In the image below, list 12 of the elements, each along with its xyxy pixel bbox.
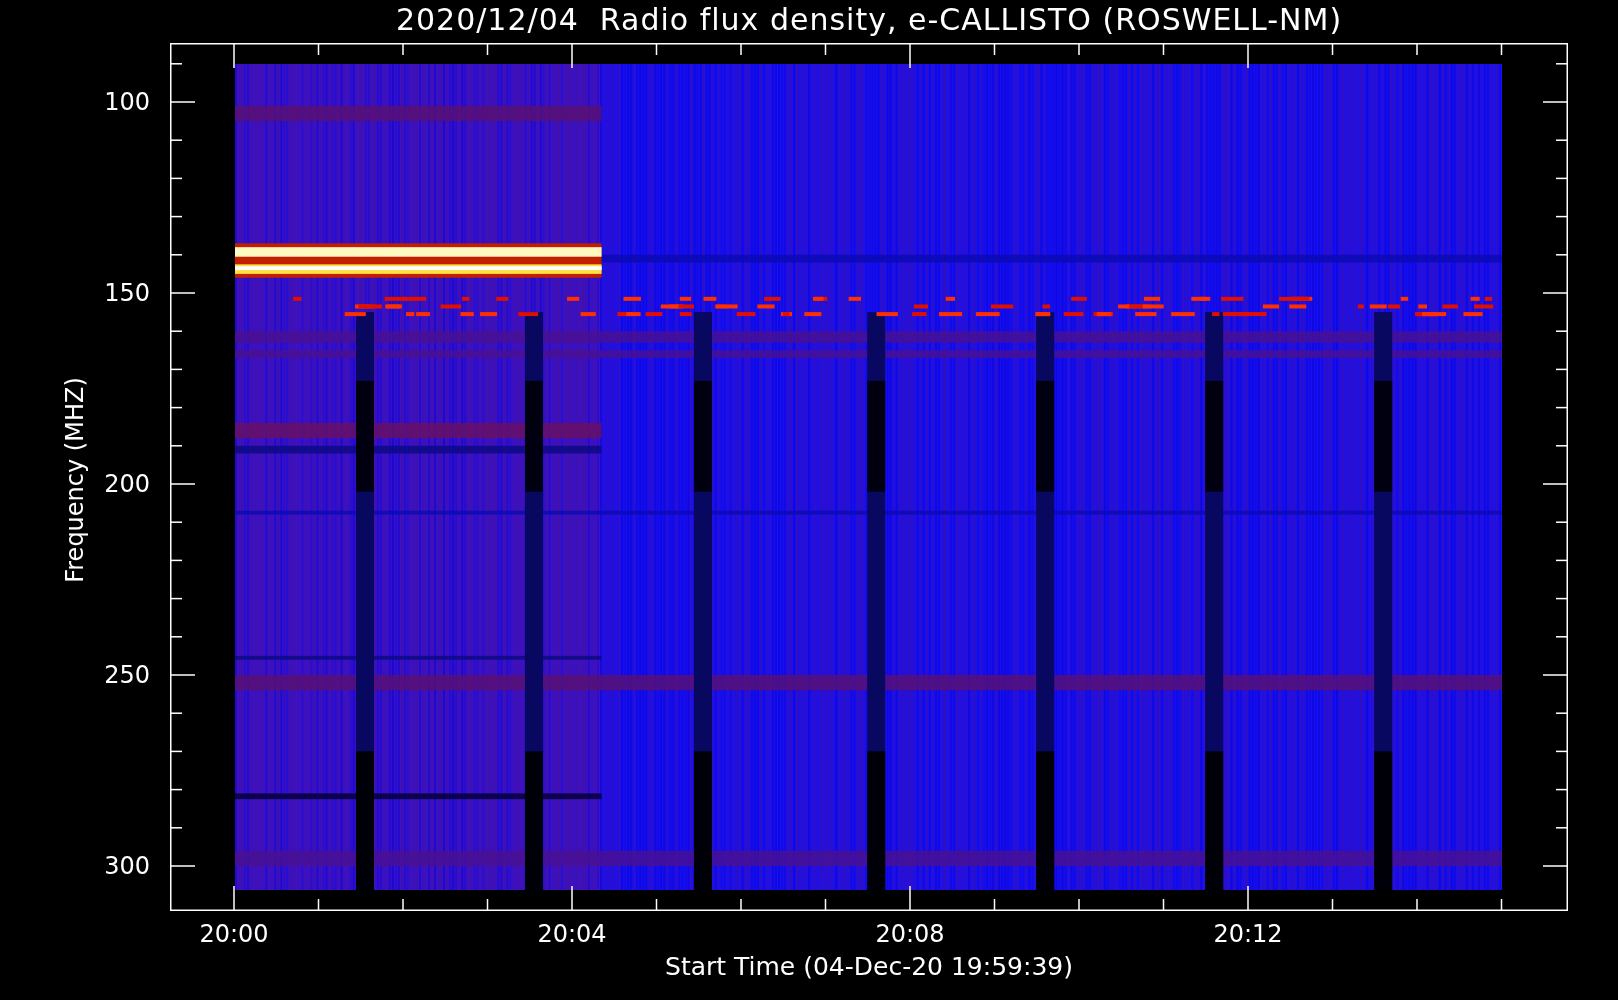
y-tick-label: 300	[104, 852, 150, 880]
x-axis-label: Start Time (04-Dec-20 19:59:39)	[664, 951, 1074, 983]
y-axis-label: Frequency (MHZ)	[60, 376, 90, 585]
x-tick-label: 20:08	[875, 920, 945, 948]
x-tick-label: 20:12	[1213, 920, 1283, 948]
chart-title: 2020/12/04 Radio flux density, e-CALLISTO (ROSWELL-NM)	[394, 1, 1344, 39]
x-tick-label: 20:00	[199, 920, 269, 948]
y-tick-label: 200	[104, 470, 150, 498]
y-tick-label: 150	[104, 279, 150, 307]
x-tick-label: 20:04	[537, 920, 607, 948]
y-tick-label: 100	[104, 88, 150, 116]
y-tick-label: 250	[104, 661, 150, 689]
